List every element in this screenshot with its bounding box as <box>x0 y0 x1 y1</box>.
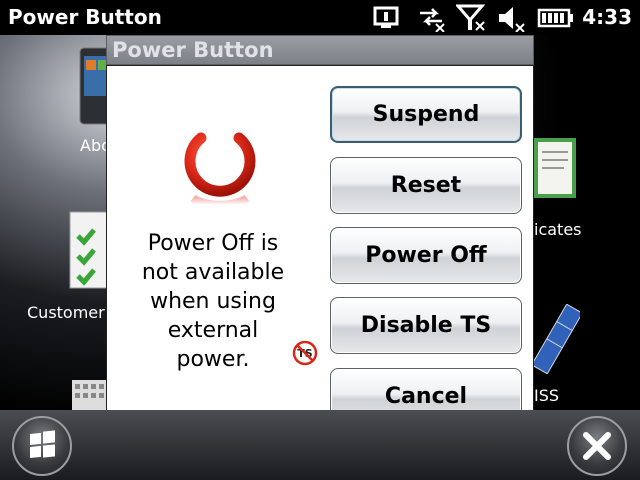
customer-label: Customer <box>27 303 105 322</box>
checklist-icon[interactable] <box>68 210 109 290</box>
clock[interactable]: 4:33 <box>582 5 632 29</box>
dialog-titlebar: Power Button <box>106 35 534 65</box>
iss-label: ISS <box>534 386 560 405</box>
power-off-unavailable-message: Power Off is not available when using ex… <box>123 229 303 374</box>
bottom-bar <box>0 410 640 480</box>
close-button[interactable] <box>567 416 627 476</box>
power-button-dialog: Power Button Power Off is not available <box>106 35 534 463</box>
message-line: external <box>167 318 259 343</box>
satellite-icon[interactable] <box>531 303 583 375</box>
signal-off-icon[interactable] <box>456 4 486 32</box>
message-line: power. <box>176 347 250 372</box>
windows-logo-icon <box>30 430 55 458</box>
close-icon <box>583 432 611 460</box>
power-icon <box>184 118 256 209</box>
reset-button[interactable]: Reset <box>330 157 522 214</box>
calendar-icon[interactable] <box>72 380 106 410</box>
message-line: Power Off is <box>147 231 279 256</box>
battery-icon[interactable] <box>536 4 576 32</box>
start-button[interactable] <box>12 416 72 476</box>
certificate-icon[interactable] <box>534 138 576 198</box>
message-line: when using <box>150 289 276 314</box>
power-off-button[interactable]: Power Off <box>330 227 522 284</box>
certificates-label: icates <box>534 220 582 239</box>
touchscreen-disabled-icon: TS <box>292 340 318 366</box>
status-bar: Power Button 4:33 <box>0 0 640 35</box>
message-line: not available <box>141 260 285 285</box>
app-title: Power Button <box>8 5 162 29</box>
disable-ts-button[interactable]: Disable TS <box>330 297 522 354</box>
suspend-button[interactable]: Suspend <box>330 86 522 143</box>
volume-off-icon[interactable] <box>496 4 526 32</box>
sync-icon[interactable] <box>372 4 402 32</box>
dialog-title: Power Button <box>112 38 274 62</box>
dialog-body: Power Off is not available when using ex… <box>106 65 534 463</box>
connectivity-icon[interactable] <box>416 4 446 32</box>
